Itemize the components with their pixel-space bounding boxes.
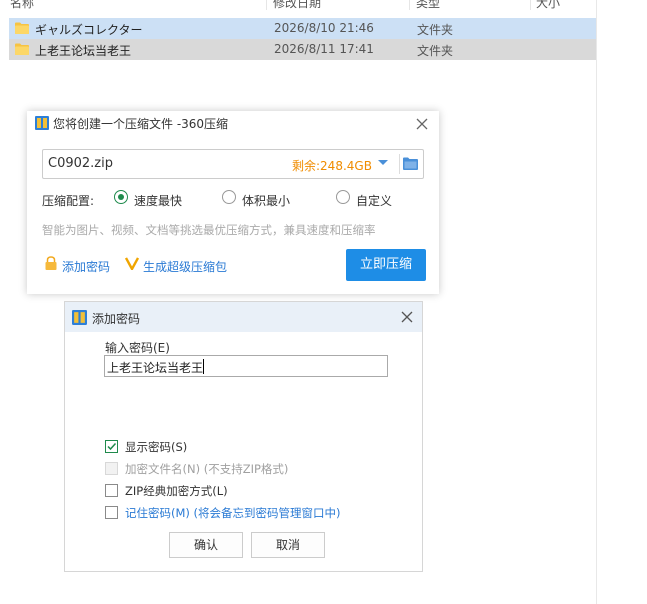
file-type: 文件夹 <box>417 44 454 58</box>
ok-button[interactable]: 确认 <box>169 532 243 558</box>
file-type: 文件夹 <box>417 23 454 37</box>
password-label: 输入密码(E) <box>105 341 170 355</box>
show-password-label[interactable]: 显示密码(S) <box>125 439 187 455</box>
super-pack-link[interactable]: 生成超级压缩包 <box>143 258 227 275</box>
close-icon[interactable] <box>414 116 430 132</box>
show-password-checkbox[interactable] <box>105 440 118 453</box>
folder-icon <box>15 43 29 55</box>
file-date: 2026/8/10 21:46 <box>274 21 374 35</box>
option-custom-label[interactable]: 自定义 <box>356 192 392 209</box>
radio-fastest[interactable] <box>114 190 128 204</box>
file-name: 上老王论坛当老王 <box>35 44 132 58</box>
compress-dialog: 您将创建一个压缩文件 -360压缩 C0902.zip 剩余:248.4GB 压… <box>27 111 439 294</box>
file-name: ギャルズコレクター <box>35 23 143 37</box>
zip-classic-checkbox[interactable] <box>105 484 118 497</box>
divider <box>399 154 400 174</box>
file-row[interactable]: ギャルズコレクター 2026/8/10 21:46 文件夹 <box>9 18 596 39</box>
password-value: 上老王论坛当老王 <box>107 361 204 375</box>
vip-v-icon <box>125 257 139 270</box>
compress-now-button[interactable]: 立即压缩 <box>346 249 426 281</box>
browse-folder-icon[interactable] <box>403 157 418 170</box>
column-divider[interactable] <box>530 0 531 10</box>
dialog-titlebar: 添加密码 <box>65 302 422 332</box>
pane-divider <box>596 0 597 604</box>
360zip-icon <box>72 310 87 325</box>
text-caret <box>203 359 204 374</box>
dialog-title: 您将创建一个压缩文件 -360压缩 <box>35 111 228 137</box>
col-header-size[interactable]: 大小 <box>536 0 560 10</box>
file-date: 2026/8/11 17:41 <box>274 42 374 56</box>
password-input[interactable]: 上老王论坛当老王 <box>104 355 388 377</box>
filename-input[interactable]: C0902.zip 剩余:248.4GB <box>42 149 424 179</box>
remember-password-checkbox[interactable] <box>105 506 118 519</box>
col-header-name[interactable]: 名称 <box>10 0 34 10</box>
remember-password-label[interactable]: 记住密码(M) (将会备忘到密码管理窗口中) <box>125 505 341 521</box>
dialog-title: 添加密码 <box>92 312 141 326</box>
folder-icon <box>15 22 29 34</box>
close-icon[interactable] <box>399 309 415 325</box>
encrypt-filenames-checkbox <box>105 462 118 475</box>
space-left: 剩余:248.4GB <box>292 159 372 173</box>
filename-value: C0902.zip <box>48 156 113 171</box>
lock-icon <box>45 256 57 270</box>
dialog-title-text: 您将创建一个压缩文件 -360压缩 <box>53 117 229 131</box>
option-smallest-label[interactable]: 体积最小 <box>242 192 290 209</box>
file-row[interactable]: 上老王论坛当老王 2026/8/11 17:41 文件夹 <box>9 39 596 60</box>
compress-hint: 智能为图片、视频、文档等挑选最优压缩方式，兼具速度和压缩率 <box>42 223 376 237</box>
encrypt-filenames-label: 加密文件名(N) (不支持ZIP格式) <box>125 462 289 476</box>
chevron-down-icon[interactable] <box>377 159 389 167</box>
config-label: 压缩配置: <box>42 194 95 208</box>
radio-smallest[interactable] <box>222 190 236 204</box>
zip-classic-label[interactable]: ZIP经典加密方式(L) <box>125 483 228 499</box>
col-header-modified[interactable]: 修改日期 <box>273 0 321 10</box>
column-divider[interactable] <box>409 0 410 10</box>
option-fastest-label[interactable]: 速度最快 <box>134 192 182 209</box>
checkmark-icon <box>107 442 117 451</box>
password-dialog: 添加密码 输入密码(E) 上老王论坛当老王 显示密码(S) 加密文件名(N) (… <box>64 301 423 572</box>
add-password-link[interactable]: 添加密码 <box>62 258 110 275</box>
column-divider[interactable] <box>266 0 267 10</box>
col-header-type[interactable]: 类型 <box>416 0 440 10</box>
radio-custom[interactable] <box>336 190 350 204</box>
360zip-icon <box>35 116 49 130</box>
cancel-button[interactable]: 取消 <box>251 532 325 558</box>
